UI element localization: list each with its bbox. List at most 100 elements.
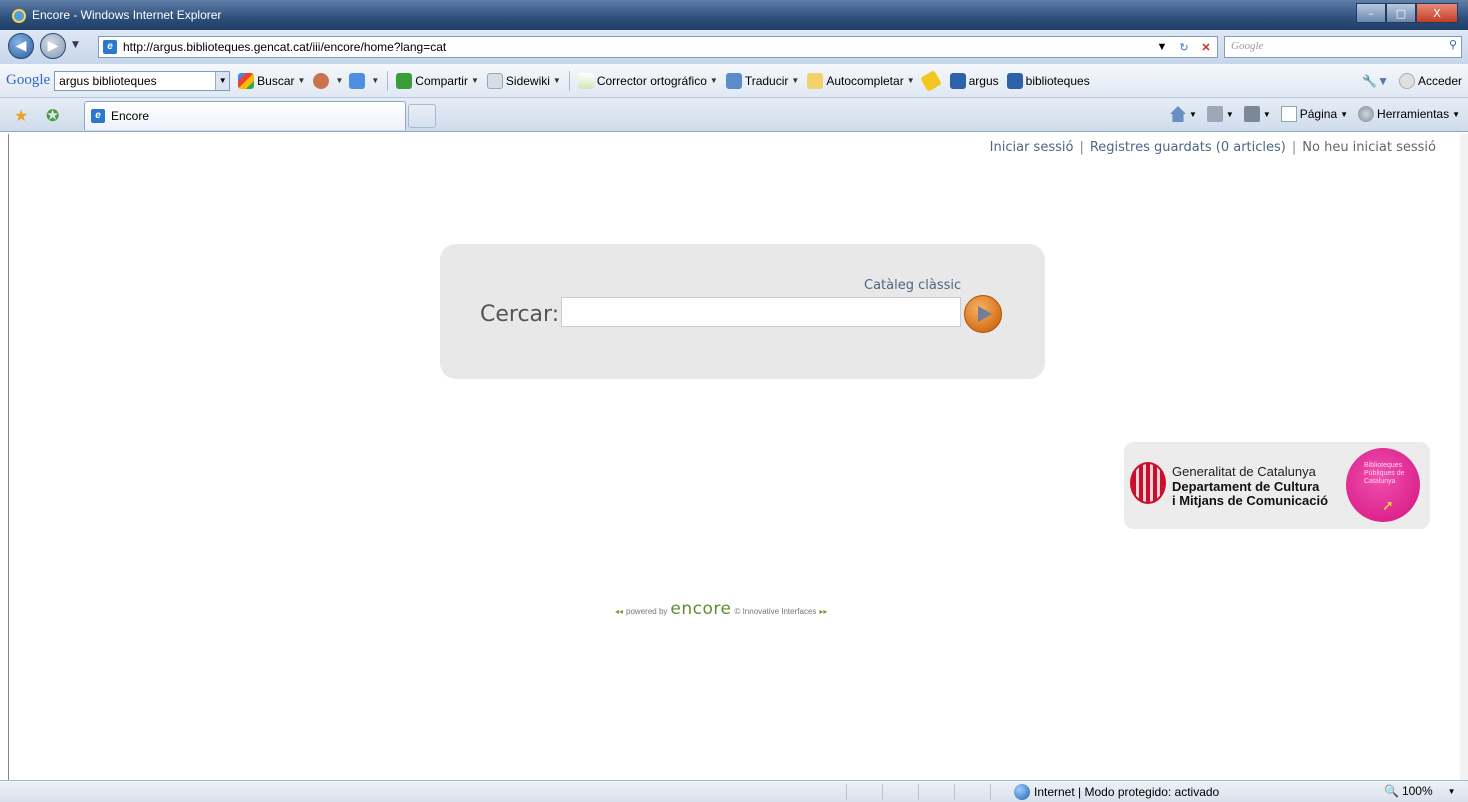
refresh-icon[interactable]: ↻ <box>1175 38 1193 56</box>
url-dropdown-icon[interactable]: ▼ <box>1153 38 1171 56</box>
tab-encore[interactable]: e Encore <box>84 101 406 130</box>
spellcheck-icon <box>577 72 594 89</box>
logo-line-2: Departament de Cultura <box>1172 479 1320 494</box>
translate-icon <box>725 72 742 89</box>
spellcheck-label: Corrector ortográfico <box>596 73 707 88</box>
google-toolbar: Google argus biblioteques ▼ Buscar ▼ ▼ ▼ … <box>0 64 1468 98</box>
tab-bar: ★ ✪ e Encore ▼ ▼ ▼ Página ▼ Herramientas ▼ <box>0 98 1468 132</box>
rss-icon <box>1206 106 1223 122</box>
autofill-button[interactable]: Autocompletar ▼ <box>807 72 915 89</box>
add-favorite-icon[interactable]: ✪ <box>46 106 59 125</box>
sidewiki-icon <box>486 72 503 89</box>
account-links: Iniciar sessió | Registres guardats (0 art… <box>989 140 1436 155</box>
favorites-star-icon[interactable]: ★ <box>14 106 28 125</box>
tools-menu-button[interactable]: Herramientas ▼ <box>1358 106 1460 122</box>
search-icon[interactable]: ⚲ <box>1449 38 1457 51</box>
new-tab-button[interactable] <box>408 104 436 128</box>
history-dropdown-icon[interactable]: ▼ <box>72 40 79 50</box>
logo-line-1: Generalitat de Catalunya <box>1172 464 1316 479</box>
classic-catalog-link[interactable]: Catàleg clàssic <box>864 278 961 293</box>
sidewiki-label: Sidewiki <box>505 73 550 88</box>
search-panel: Catàleg clàssic Cercar: <box>440 244 1045 379</box>
printer-icon <box>1243 106 1260 122</box>
page-menu-icon <box>1280 106 1297 122</box>
gear-icon <box>1358 106 1375 122</box>
tools-menu-label: Herramientas <box>1377 107 1450 121</box>
forward-button[interactable]: ▶ <box>40 33 66 59</box>
page-viewport: Iniciar sessió | Registres guardats (0 art… <box>8 134 1460 780</box>
user-icon <box>1398 72 1415 89</box>
powered-by-footer: ◂◂ powered by encore © Innovative Interf… <box>615 599 828 619</box>
security-zone[interactable]: Internet | Modo protegido: activado <box>1014 784 1219 800</box>
feeds-button[interactable]: ▼ <box>1206 106 1234 122</box>
zoom-dropdown-icon[interactable]: ▼ <box>1448 787 1456 796</box>
home-button[interactable]: ▼ <box>1169 106 1197 122</box>
share-icon <box>396 72 413 89</box>
login-status-text: No heu iniciat sessió <box>1302 140 1436 155</box>
page-menu-label: Página <box>1299 107 1338 121</box>
spellcheck-button[interactable]: Corrector ortográfico ▼ <box>577 72 718 89</box>
stop-icon[interactable]: ✕ <box>1197 38 1215 56</box>
url-text[interactable]: http://argus.biblioteques.gencat.cat/iii… <box>123 40 446 54</box>
minimize-button[interactable]: – <box>1356 3 1386 23</box>
page-icon: e <box>91 109 105 123</box>
search-submit-button[interactable] <box>964 295 1002 333</box>
encore-logo[interactable]: encore <box>670 599 731 619</box>
highlight-button[interactable] <box>919 69 942 92</box>
ie-logo-icon <box>12 9 26 23</box>
browser-search-input[interactable]: Google ⚲ <box>1224 36 1462 58</box>
wrench-icon[interactable]: 🔧▼ <box>1362 74 1389 88</box>
toolbar-options-button[interactable]: ▼ ▼ <box>313 72 379 89</box>
google-search-value: argus biblioteques <box>59 73 157 88</box>
saved-records-link[interactable]: Registres guardats (0 articles) <box>1090 140 1286 155</box>
address-field[interactable]: e http://argus.biblioteques.gencat.cat/i… <box>98 36 1218 58</box>
compartir-button[interactable]: Compartir ▼ <box>396 72 479 89</box>
address-toolbar: ◀ ▶ ▼ e http://argus.biblioteques.gencat… <box>0 30 1468 64</box>
biblioteques-badge[interactable]: Biblioteques Públiques de Catalunya ➚ <box>1346 448 1420 522</box>
google-search-input[interactable]: argus biblioteques ▼ <box>54 70 231 91</box>
zoom-icon: 🔍 <box>1384 784 1399 798</box>
zoom-level: 100% <box>1401 784 1433 798</box>
search-term-argus[interactable]: argus <box>949 72 999 89</box>
magnifier-icon <box>1006 72 1023 89</box>
home-icon <box>1169 106 1186 122</box>
print-button[interactable]: ▼ <box>1243 106 1271 122</box>
page-icon: e <box>103 40 117 54</box>
reader-icon: ➚ <box>1382 498 1394 514</box>
buscar-button[interactable]: Buscar ▼ <box>238 72 305 89</box>
zone-text: Internet | Modo protegido: activado <box>1034 785 1220 799</box>
compartir-label: Compartir <box>415 73 468 88</box>
vendor-text: © Innovative Interfaces <box>734 607 817 616</box>
magnifier-icon <box>949 72 966 89</box>
chevron-down-icon[interactable]: ▼ <box>215 71 230 90</box>
generalitat-logo-banner[interactable]: Generalitat de Catalunya Departament de … <box>1124 442 1430 529</box>
powered-by-text: powered by <box>626 607 668 616</box>
logo-line-3: i Mitjans de Comunicació <box>1172 493 1329 508</box>
tab-title: Encore <box>111 109 150 123</box>
page-menu-button[interactable]: Página ▼ <box>1280 106 1348 122</box>
google-logo: Google <box>6 72 51 88</box>
biblioteques-label: biblioteques <box>1025 73 1090 88</box>
translate-button[interactable]: Traducir ▼ <box>725 72 799 89</box>
status-bar: Internet | Modo protegido: activado 🔍 10… <box>0 780 1468 802</box>
close-button[interactable]: X <box>1416 3 1458 23</box>
zoom-control[interactable]: 🔍 100% ▼ <box>1384 784 1456 798</box>
play-arrow-icon <box>978 306 992 322</box>
catalog-search-input[interactable] <box>561 297 961 327</box>
plus-icon <box>349 72 366 89</box>
argus-label: argus <box>968 73 999 88</box>
autofill-label: Autocompletar <box>826 73 904 88</box>
acceder-button[interactable]: Acceder <box>1398 72 1462 89</box>
google-search-icon <box>238 72 255 89</box>
window-title-bar: Encore - Windows Internet Explorer – □ X <box>0 0 1468 30</box>
sidewiki-button[interactable]: Sidewiki ▼ <box>486 72 561 89</box>
login-link[interactable]: Iniciar sessió <box>990 140 1074 155</box>
vertical-scrollbar[interactable] <box>1460 134 1468 780</box>
generalitat-emblem-icon <box>1130 462 1166 504</box>
buscar-label: Buscar <box>257 73 295 88</box>
search-term-biblioteques[interactable]: biblioteques <box>1006 72 1090 89</box>
maximize-button[interactable]: □ <box>1386 3 1416 23</box>
acceder-label: Acceder <box>1417 73 1462 88</box>
back-button[interactable]: ◀ <box>8 33 34 59</box>
pagerank-icon <box>313 72 330 89</box>
